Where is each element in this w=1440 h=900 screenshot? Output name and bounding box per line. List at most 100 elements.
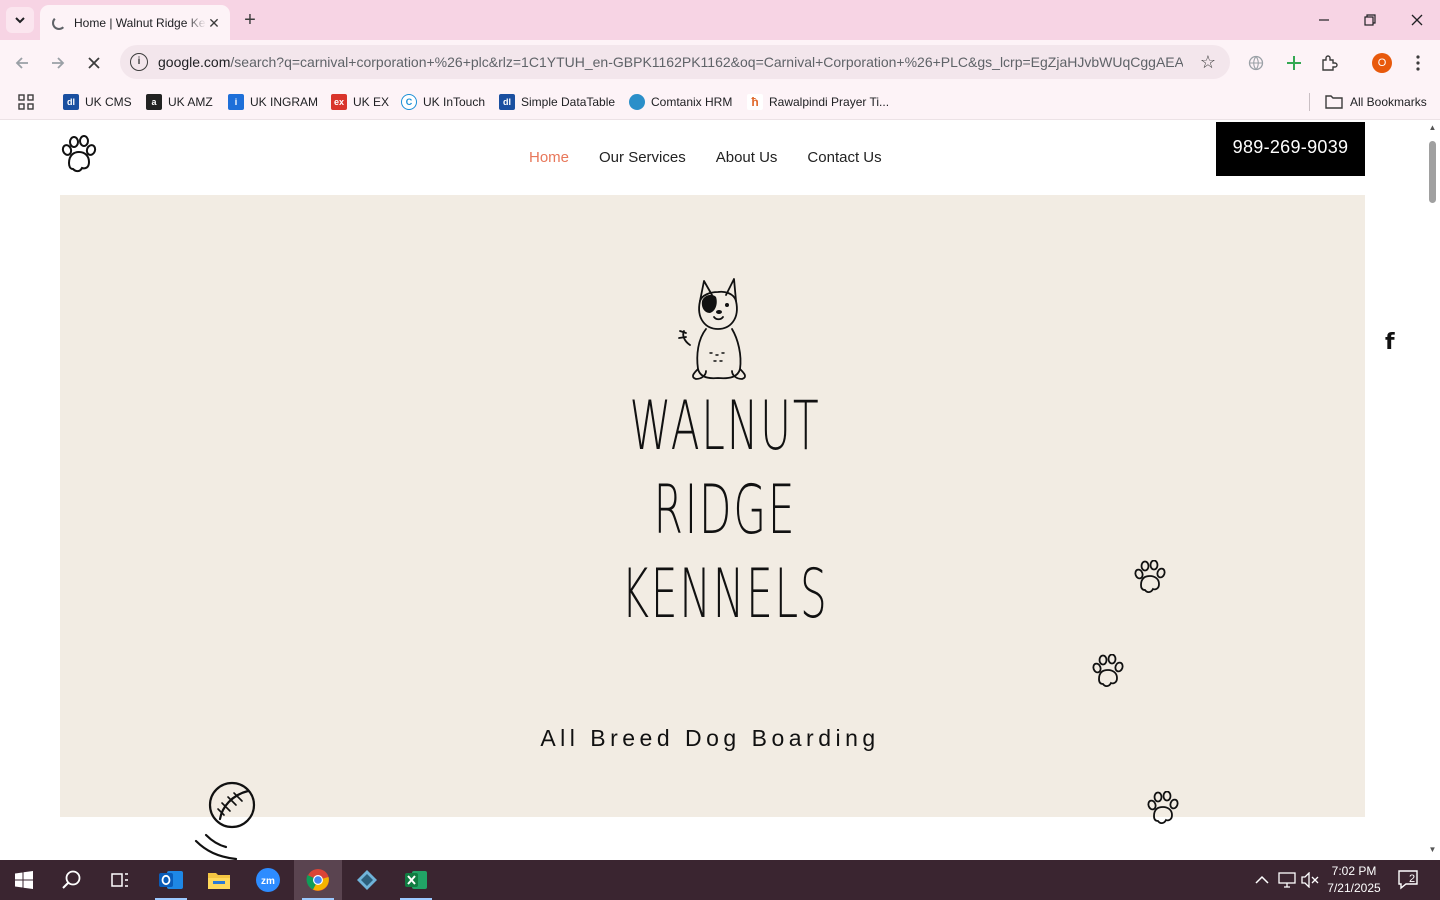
notification-count: 2 [1409,873,1416,885]
task-view-button[interactable] [96,860,144,900]
page-scrollbar[interactable]: ▲ ▼ [1425,121,1440,860]
ex-icon: ex [331,94,347,110]
search-icon [62,870,81,889]
stop-loading-button[interactable] [82,51,106,75]
profile-avatar[interactable]: O [1372,53,1392,73]
outlook-app[interactable] [147,860,195,900]
title-line-3: Kennels [621,555,829,634]
all-bookmarks-label: All Bookmarks [1350,95,1427,109]
start-button[interactable] [0,860,48,900]
bookmark-label: UK AMZ [168,95,213,109]
tab-search-button[interactable] [6,7,34,33]
url-host: google.com [158,54,231,70]
bookmark-label: Comtanix HRM [651,95,733,109]
address-bar[interactable]: i google.com/search?q=carnival+corporati… [120,45,1230,79]
arrow-left-icon [15,57,28,69]
site-info-icon[interactable]: i [130,53,148,71]
apps-grid-icon[interactable] [18,93,34,111]
zoom-app[interactable]: zm [244,860,292,900]
back-button[interactable] [10,51,34,75]
paw-logo-icon[interactable] [60,135,98,175]
nav-home[interactable]: Home [529,149,569,166]
prayer-icon: ħ [747,94,763,110]
close-window-button[interactable] [1405,8,1429,32]
excel-app[interactable] [392,860,440,900]
bookmark-uk-cms[interactable]: dl UK CMS [63,93,132,111]
bookmark-comtanix-hrm[interactable]: Comtanix HRM [629,93,732,111]
excel-icon [405,871,427,889]
loading-spinner-icon [52,15,66,30]
hero-section: Walnut Ridge Kennels All Breed Dog Board… [60,195,1365,817]
diamond-app[interactable] [343,860,391,900]
scroll-down-icon[interactable]: ▼ [1428,845,1437,854]
tab-title: Home | Walnut Ridge Kennels [74,15,206,30]
all-bookmarks-button[interactable]: All Bookmarks [1325,93,1427,111]
tab-close-icon[interactable]: ✕ [206,15,222,31]
bookmark-star-icon[interactable]: ☆ [1200,52,1216,73]
browser-tab-bar: Home | Walnut Ridge Kennels ✕ + [0,0,1440,40]
translate-icon[interactable] [1244,51,1268,75]
paw-print-icon [1147,791,1179,825]
amazon-icon: a [146,94,162,110]
bookmark-label: UK EX [353,95,390,109]
active-tab[interactable]: Home | Walnut Ridge Kennels ✕ [40,5,230,40]
web-page: Home Our Services About Us Contact Us 98… [0,121,1425,860]
app-diamond-icon [357,870,377,890]
restore-button[interactable] [1358,8,1382,32]
svg-text:zm: zm [261,876,275,887]
volume-muted-icon[interactable] [1301,860,1319,900]
comtanix-icon [629,94,645,110]
bookmarks-bar: dl UK CMS a UK AMZ i UK INGRAM ex UK EX C UK … [0,85,1440,120]
scroll-up-icon[interactable]: ▲ [1428,123,1437,132]
url-text[interactable]: google.com/search?q=carnival+corporation… [158,54,1183,70]
outlook-icon [159,871,183,889]
file-explorer-icon [208,873,230,889]
extensions-icon[interactable] [1317,51,1341,75]
nav-contact-us[interactable]: Contact Us [807,149,881,166]
extension-puzzle-green-icon[interactable] [1282,51,1306,75]
forward-button[interactable] [46,51,70,75]
scroll-thumb[interactable] [1429,141,1436,203]
paw-print-icon [1134,560,1166,594]
chevron-up-icon [1255,875,1269,884]
bookmark-uk-amz[interactable]: a UK AMZ [146,93,213,111]
stop-x-icon [88,57,100,69]
new-tab-button[interactable]: + [238,9,262,31]
title-line-1: Walnut [629,387,821,466]
restore-icon [1364,14,1376,26]
search-button[interactable] [48,860,96,900]
intouch-icon: C [401,94,417,110]
bookmark-label: Simple DataTable [521,95,616,109]
dl-icon: dl [499,94,515,110]
facebook-icon[interactable]: f [1385,330,1395,355]
ball-illustration-icon [194,781,256,860]
chrome-app[interactable] [294,860,342,900]
file-explorer-app[interactable] [195,860,243,900]
nav-our-services[interactable]: Our Services [599,149,686,166]
site-title: Walnut Ridge Kennels [617,385,834,637]
dl-icon: dl [63,94,79,110]
minimize-button[interactable] [1312,8,1336,32]
bookmark-rawalpindi-prayer[interactable]: ħ Rawalpindi Prayer Ti... [747,93,889,111]
windows-logo-icon [15,871,33,889]
arrow-right-icon [52,57,65,69]
bookmarks-divider [1309,93,1310,111]
url-path: /search?q=carnival+corporation+%26+plc&r… [230,54,1183,70]
bookmark-label: UK INGRAM [250,95,319,109]
windows-taskbar: zm 7:02 PM 7/21/2025 2 [0,860,1440,900]
nav-about-us[interactable]: About Us [716,149,778,166]
network-icon[interactable] [1278,860,1296,900]
close-icon [1411,14,1423,26]
minimize-icon [1319,19,1329,21]
system-clock[interactable]: 7:02 PM 7/21/2025 [1318,863,1390,897]
bookmark-label: UK InTouch [423,95,486,109]
bookmark-uk-ingram[interactable]: i UK INGRAM [228,93,318,111]
browser-toolbar: i google.com/search?q=carnival+corporati… [0,40,1440,85]
bookmark-uk-ex[interactable]: ex UK EX [331,93,389,111]
bookmark-uk-intouch[interactable]: C UK InTouch [401,93,485,111]
notification-center-button[interactable]: 2 [1398,860,1420,900]
kebab-menu-icon[interactable] [1406,51,1430,75]
phone-button[interactable]: 989-269-9039 [1216,122,1365,176]
show-hidden-icons[interactable] [1255,860,1269,900]
bookmark-simple-datatable[interactable]: dl Simple DataTable [499,93,615,111]
